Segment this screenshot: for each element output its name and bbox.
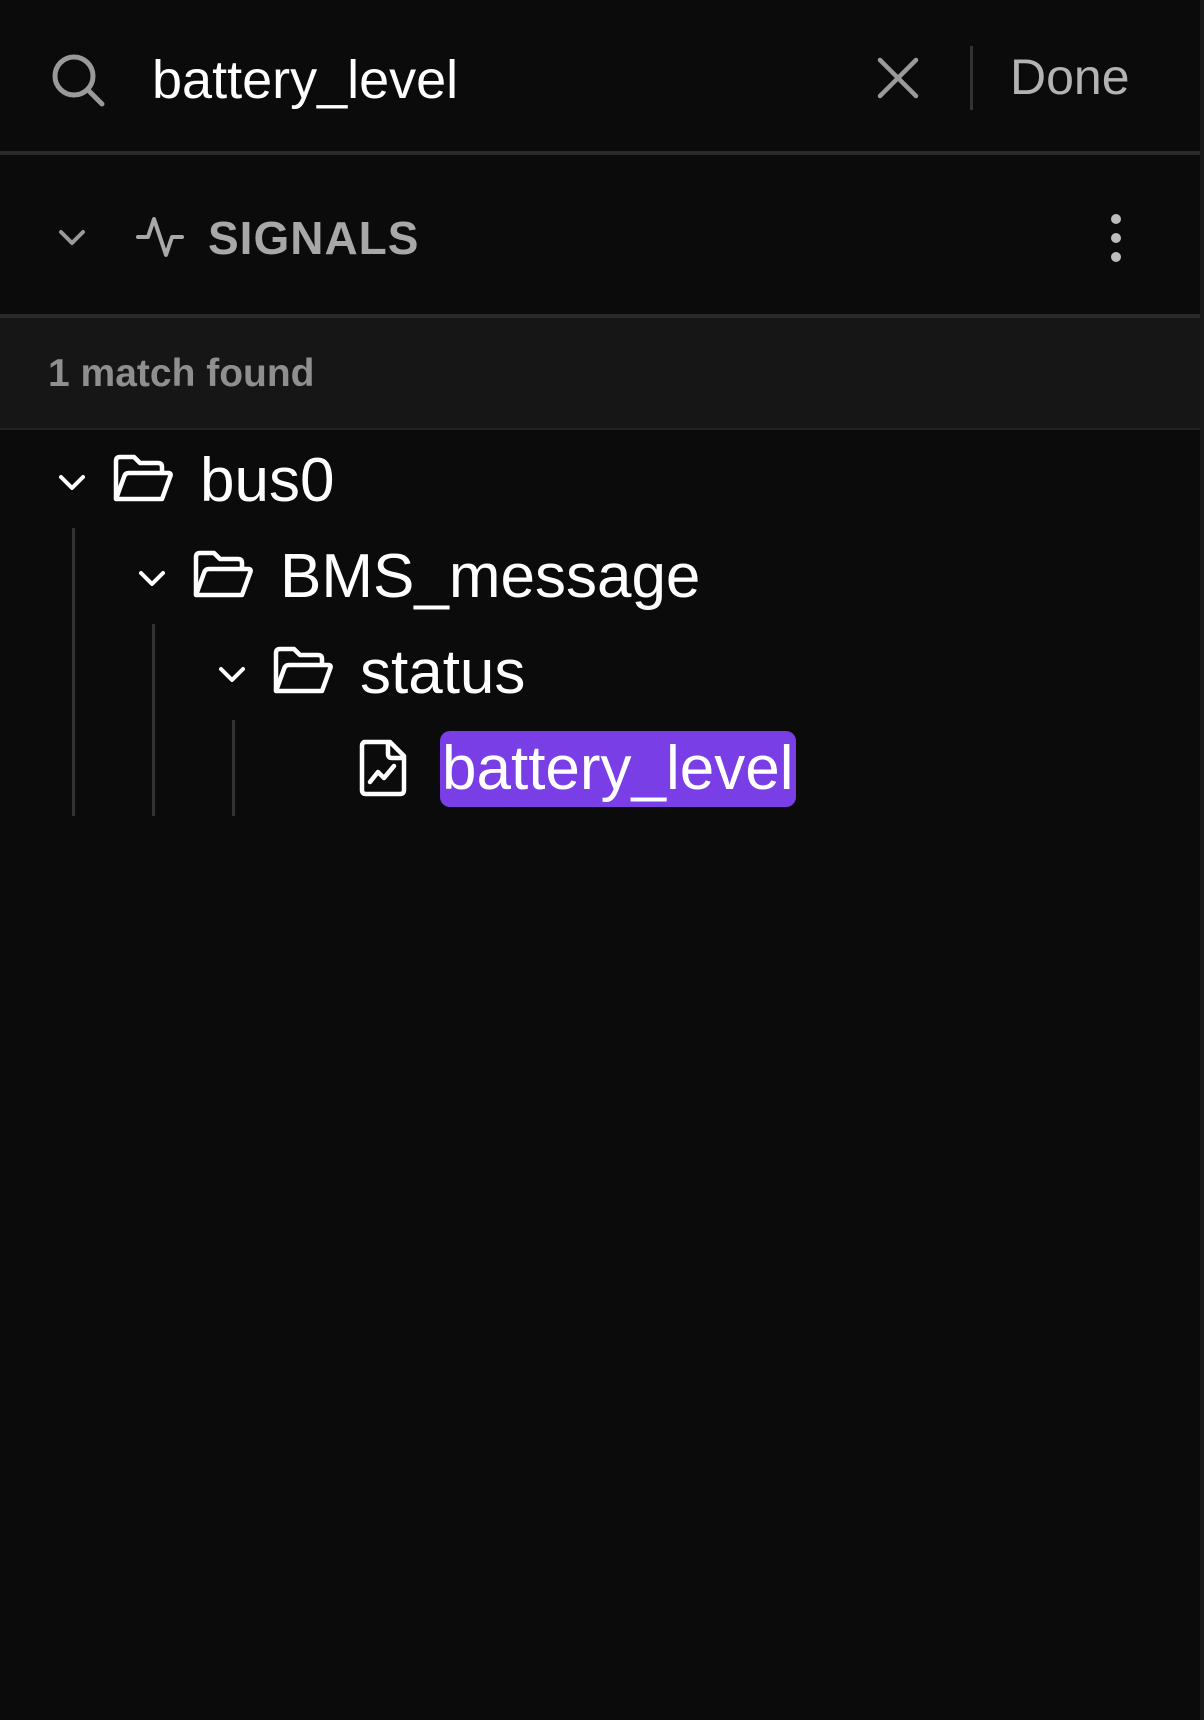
tree-node-battery-level[interactable]: battery_level — [0, 723, 1200, 815]
search-bar: Done — [0, 0, 1200, 155]
tree-node-status[interactable]: status — [0, 627, 1200, 719]
tree-node-label: status — [360, 638, 526, 707]
chevron-down-icon[interactable] — [136, 563, 168, 595]
tree-node-label-highlighted: battery_level — [440, 731, 796, 807]
chevron-down-icon[interactable] — [56, 222, 88, 254]
chevron-down-icon[interactable] — [216, 659, 248, 691]
close-icon[interactable] — [876, 56, 920, 100]
search-input[interactable] — [152, 40, 852, 120]
activity-icon — [136, 217, 184, 257]
signals-panel: Done SIGNALS 1 match found bus0 — [0, 0, 1204, 1720]
folder-open-icon — [193, 550, 253, 598]
more-vertical-icon[interactable] — [1100, 212, 1132, 264]
tree-node-bms-message[interactable]: BMS_message — [0, 531, 1200, 623]
search-icon — [52, 54, 105, 107]
folder-open-icon — [113, 454, 173, 502]
search-divider — [970, 46, 973, 110]
done-button[interactable]: Done — [1010, 42, 1130, 112]
tree-node-label: bus0 — [200, 446, 335, 515]
tree-node-bus0[interactable]: bus0 — [0, 435, 1200, 527]
match-count: 1 match found — [48, 352, 315, 395]
section-title: SIGNALS — [208, 212, 420, 264]
file-chart-icon — [359, 739, 407, 797]
tree-node-label: BMS_message — [280, 542, 701, 611]
chevron-down-icon[interactable] — [56, 467, 88, 499]
folder-open-icon — [273, 646, 333, 694]
